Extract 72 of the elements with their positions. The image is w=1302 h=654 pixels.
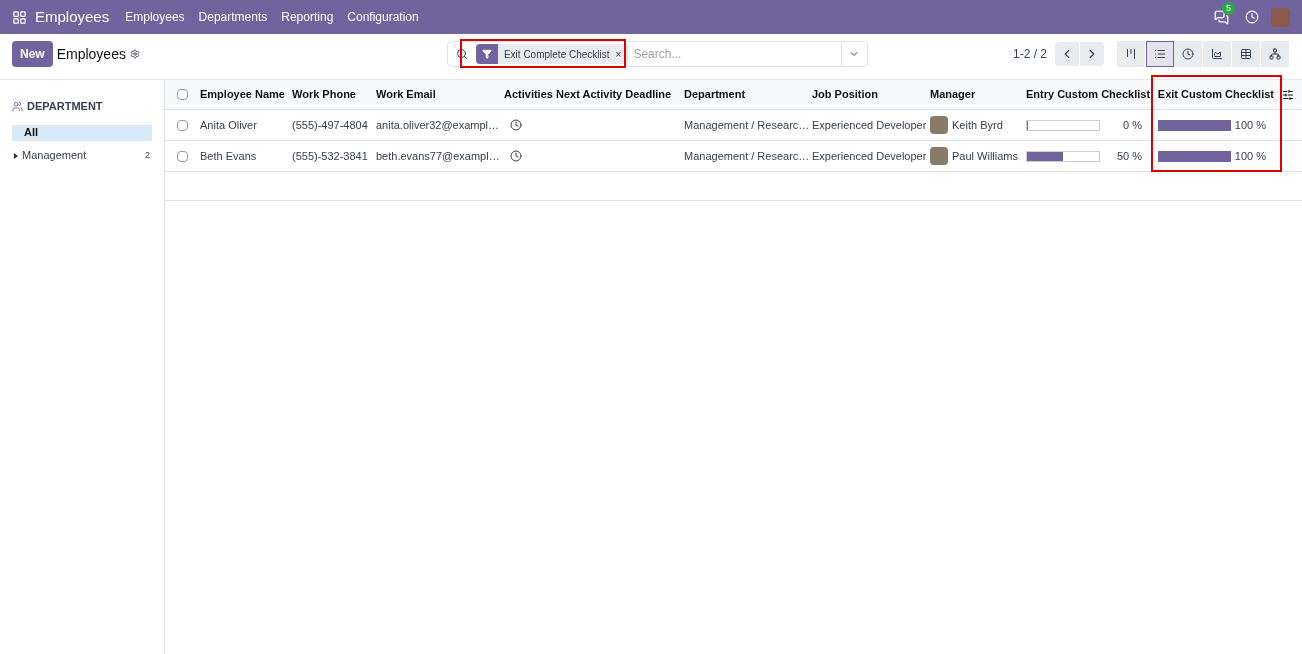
expand-caret-icon[interactable]: [14, 152, 18, 159]
breadcrumb-title: Employees: [56, 44, 126, 64]
manager-name: Paul Williams: [952, 148, 1018, 164]
row-checkbox[interactable]: [177, 119, 188, 131]
facet-label: Exit Complete Checklist: [502, 47, 611, 62]
sidebar-item-label: Management: [22, 148, 87, 164]
pager-value: 1-2 / 2: [1012, 46, 1047, 63]
progress-reading: 50 %: [1115, 148, 1142, 164]
table-cell-text: Beth Evans: [200, 148, 258, 164]
progress-reading: 0 %: [1122, 117, 1142, 133]
table-row[interactable]: Anita Oliver (555)-497-4804 anita.oliver32@exampl… Management / Researc… Experienced Developer Keith Byrd 0 % 100 %: [165, 110, 1302, 141]
sidebar-item[interactable]: Management 2: [12, 147, 152, 164]
manager-avatar: [930, 147, 948, 165]
progress-reading: 100 %: [1234, 117, 1266, 133]
kanban-view-icon: [1125, 48, 1137, 60]
nav-menu-item[interactable]: Employees: [125, 8, 185, 26]
sidebar-item-label: All: [24, 125, 39, 141]
table-cell-text: (555)-497-4804: [292, 117, 369, 133]
new-button[interactable]: New: [12, 41, 53, 67]
table-cell-text: anita.oliver32@exampl…: [376, 117, 501, 133]
filter-icon: [481, 49, 492, 59]
activity-clock-icon[interactable]: [510, 150, 522, 162]
column-settings-icon[interactable]: [1282, 88, 1294, 101]
column-header[interactable]: Manager: [930, 86, 1026, 103]
nav-menu-item[interactable]: Configuration: [347, 8, 419, 26]
settings-icon[interactable]: [129, 49, 140, 59]
sidebar-title: DEPARTMENT: [27, 99, 103, 114]
row-checkbox[interactable]: [177, 150, 188, 162]
column-header[interactable]: Department: [684, 86, 812, 103]
activity-clock-icon[interactable]: [510, 119, 522, 131]
table-row[interactable]: Beth Evans (555)-532-3841 beth.evans77@exampl… Management / Researc… Experienced Developer Paul Williams 50 % 100 %: [165, 141, 1302, 172]
pivot-view-icon: [1240, 48, 1252, 60]
hierarchy-view-icon: [1269, 48, 1281, 60]
column-header[interactable]: Entry Custom Checklist: [1026, 86, 1154, 103]
search-field[interactable]: Exit Complete Checklist × Search...: [446, 41, 868, 67]
clock-icon[interactable]: [1245, 10, 1259, 24]
graph-view-icon: [1211, 48, 1223, 60]
table-cell-text: (555)-532-3841: [292, 148, 369, 164]
next-page-button[interactable]: [1080, 42, 1104, 66]
table-cell-text: Experienced Developer: [812, 117, 928, 133]
column-header[interactable]: Work Phone: [292, 86, 376, 103]
column-header[interactable]: Exit Custom Checklist: [1154, 86, 1278, 103]
column-header[interactable]: Next Activity Deadline: [556, 86, 684, 103]
table-cell-text: Experienced Developer: [812, 148, 928, 164]
list-view-icon: [1154, 48, 1166, 60]
nav-menu-item[interactable]: Departments: [198, 8, 268, 26]
search-input[interactable]: Search...: [633, 45, 841, 63]
apps-menu-icon[interactable]: [12, 9, 27, 25]
nav-menu-item[interactable]: Reporting: [281, 8, 334, 26]
column-header[interactable]: Activities: [504, 86, 556, 103]
column-header[interactable]: Work Email: [376, 86, 504, 103]
previous-page-button[interactable]: [1055, 42, 1079, 66]
app-name[interactable]: Employees: [35, 5, 110, 29]
manager-name: Keith Byrd: [952, 117, 1003, 133]
messages-icon[interactable]: [1214, 9, 1229, 25]
view-switch-button[interactable]: [1146, 41, 1174, 67]
column-header[interactable]: Job Position: [812, 86, 930, 103]
progress-reading: 100 %: [1234, 148, 1266, 164]
users-icon: [12, 100, 23, 112]
message-count-badge: 5: [1222, 1, 1235, 15]
table-cell-text: Management / Researc…: [684, 117, 811, 133]
search-icon: [455, 48, 468, 60]
table-cell-text: Anita Oliver: [200, 117, 258, 133]
table-cell-text: Management / Researc…: [684, 148, 811, 164]
manager-avatar: [930, 116, 948, 134]
sidebar-item[interactable]: All: [12, 124, 152, 141]
column-header[interactable]: Employee Name: [200, 86, 292, 103]
sidebar-item-count: 2: [145, 148, 150, 162]
select-all-checkbox[interactable]: [177, 89, 188, 100]
activity-view-icon: [1182, 48, 1194, 60]
table-cell-text: beth.evans77@exampl…: [376, 148, 501, 164]
facet-remove[interactable]: ×: [615, 46, 630, 62]
